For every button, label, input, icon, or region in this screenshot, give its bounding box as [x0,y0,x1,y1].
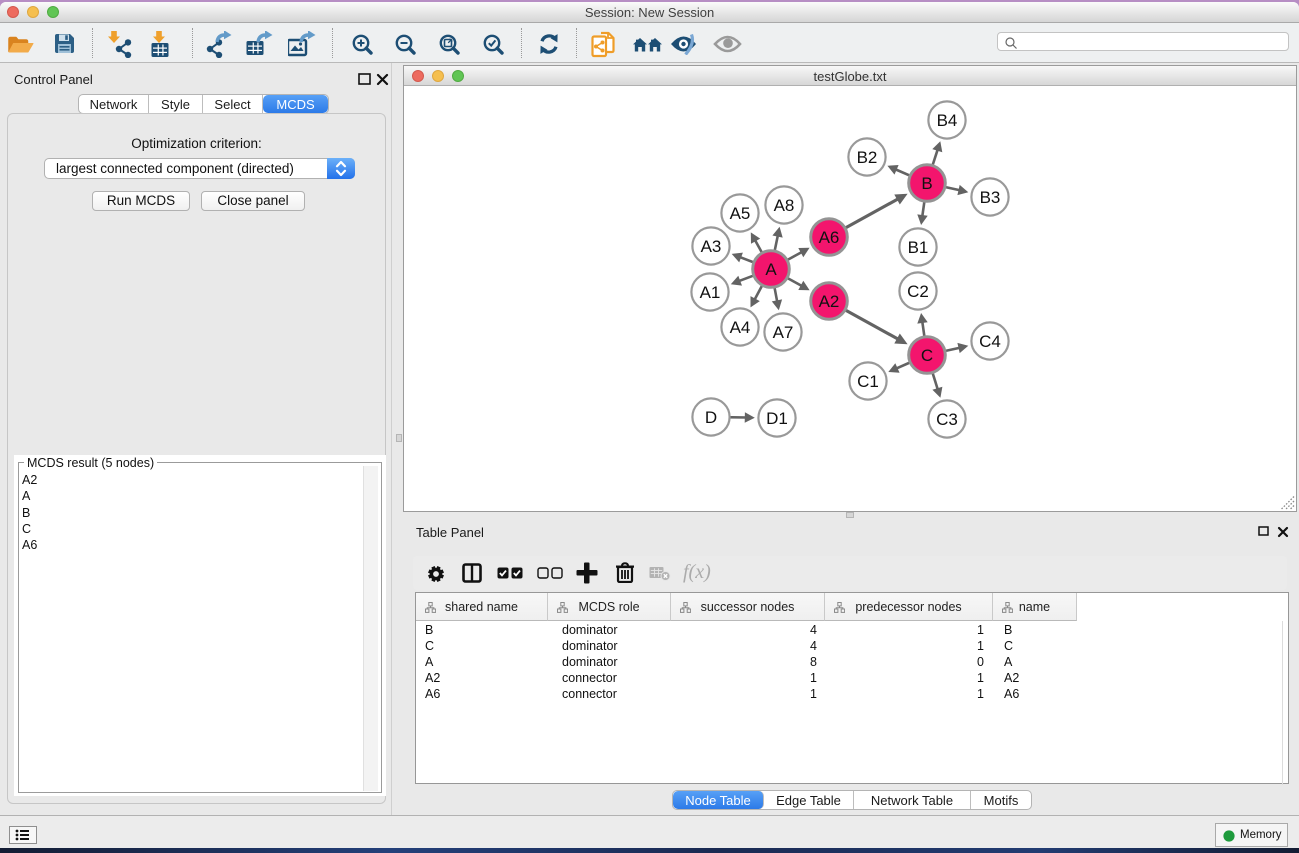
svg-text:C4: C4 [979,332,1001,351]
svg-text:A4: A4 [730,318,751,337]
svg-text:D1: D1 [766,409,788,428]
svg-text:B4: B4 [937,111,958,130]
svg-text:A3: A3 [701,237,722,256]
svg-text:A6: A6 [819,228,840,247]
svg-text:A5: A5 [730,204,751,223]
svg-text:B: B [921,174,932,193]
svg-text:A1: A1 [700,283,721,302]
svg-text:C1: C1 [857,372,879,391]
svg-text:C3: C3 [936,410,958,429]
svg-text:A8: A8 [774,196,795,215]
svg-text:A2: A2 [819,292,840,311]
svg-text:C: C [921,346,933,365]
svg-text:A7: A7 [773,323,794,342]
svg-text:A: A [765,260,777,279]
svg-text:B3: B3 [980,188,1001,207]
svg-text:C2: C2 [907,282,929,301]
svg-text:B1: B1 [908,238,929,257]
svg-text:D: D [705,408,717,427]
svg-text:B2: B2 [857,148,878,167]
